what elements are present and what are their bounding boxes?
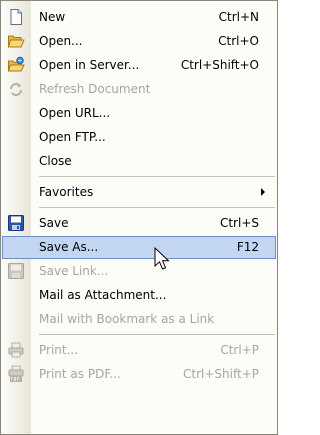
menu-item-label: Open URL... bbox=[39, 106, 111, 120]
menu-item-label: Favorites bbox=[39, 185, 94, 199]
menu-item-label: Open in Server... bbox=[39, 58, 140, 72]
menu-item-shortcut: Ctrl+O bbox=[218, 34, 259, 48]
save-disk-icon bbox=[7, 214, 25, 232]
menu-item-shortcut: Ctrl+Shift+O bbox=[180, 58, 259, 72]
menu-item-label: Close bbox=[39, 154, 72, 168]
menu-item-close[interactable]: Close bbox=[1, 149, 277, 173]
menu-item-label: Refresh Document bbox=[39, 82, 151, 96]
menu-item-mail-with-bookmark[interactable]: Mail with Bookmark as a Link bbox=[1, 307, 277, 331]
new-document-icon bbox=[7, 8, 25, 26]
menu-item-label: Print as PDF... bbox=[39, 367, 121, 381]
menu-item-mail-as-attachment[interactable]: Mail as Attachment... bbox=[1, 283, 277, 307]
menu-item-shortcut: F12 bbox=[236, 240, 259, 254]
menu-item-open-ftp[interactable]: Open FTP... bbox=[1, 125, 277, 149]
open-folder-icon bbox=[7, 32, 25, 50]
refresh-icon bbox=[7, 80, 25, 98]
menu-item-save-link[interactable]: Save Link... bbox=[1, 259, 277, 283]
menu-item-label: New bbox=[39, 10, 66, 24]
menu-item-open-url[interactable]: Open URL... bbox=[1, 101, 277, 125]
menu-separator bbox=[39, 207, 275, 208]
menu-item-label: Open FTP... bbox=[39, 130, 106, 144]
menu-item-label: Save Link... bbox=[39, 264, 109, 278]
submenu-arrow-icon bbox=[261, 188, 265, 196]
menu-item-label: Save As... bbox=[39, 240, 99, 254]
menu-item-refresh-document[interactable]: Refresh Document bbox=[1, 77, 277, 101]
menu-item-shortcut: Ctrl+N bbox=[218, 10, 259, 24]
menu-item-new[interactable]: New Ctrl+N bbox=[1, 5, 277, 29]
menu-item-open[interactable]: Open... Ctrl+O bbox=[1, 29, 277, 53]
menu-item-save[interactable]: Save Ctrl+S bbox=[1, 211, 277, 235]
server-folder-icon bbox=[7, 56, 25, 74]
menu-separator bbox=[39, 334, 275, 335]
mouse-pointer-icon bbox=[154, 246, 170, 270]
menu-item-label: Open... bbox=[39, 34, 83, 48]
menu-item-shortcut: Ctrl+S bbox=[219, 216, 259, 230]
menu-item-save-as[interactable]: Save As... F12 bbox=[1, 235, 277, 259]
menu-item-shortcut: Ctrl+Shift+P bbox=[183, 367, 259, 381]
menu-item-label: Mail with Bookmark as a Link bbox=[39, 312, 215, 326]
file-menu: New Ctrl+N Open... Ctrl+O Open in Server… bbox=[0, 0, 278, 435]
menu-item-favorites[interactable]: Favorites bbox=[1, 180, 277, 204]
menu-item-shortcut: Ctrl+P bbox=[220, 343, 259, 357]
menu-separator bbox=[39, 176, 275, 177]
menu-item-label: Print... bbox=[39, 343, 79, 357]
menu-item-label: Mail as Attachment... bbox=[39, 288, 167, 302]
printer-icon bbox=[7, 341, 25, 359]
menu-item-print[interactable]: Print... Ctrl+P bbox=[1, 338, 277, 362]
menu-item-label: Save bbox=[39, 216, 69, 230]
menu-item-print-as-pdf[interactable]: Print as PDF... Ctrl+Shift+P bbox=[1, 362, 277, 386]
pdf-printer-icon bbox=[7, 365, 25, 383]
menu-item-open-in-server[interactable]: Open in Server... Ctrl+Shift+O bbox=[1, 53, 277, 77]
save-link-disk-icon bbox=[7, 262, 25, 280]
